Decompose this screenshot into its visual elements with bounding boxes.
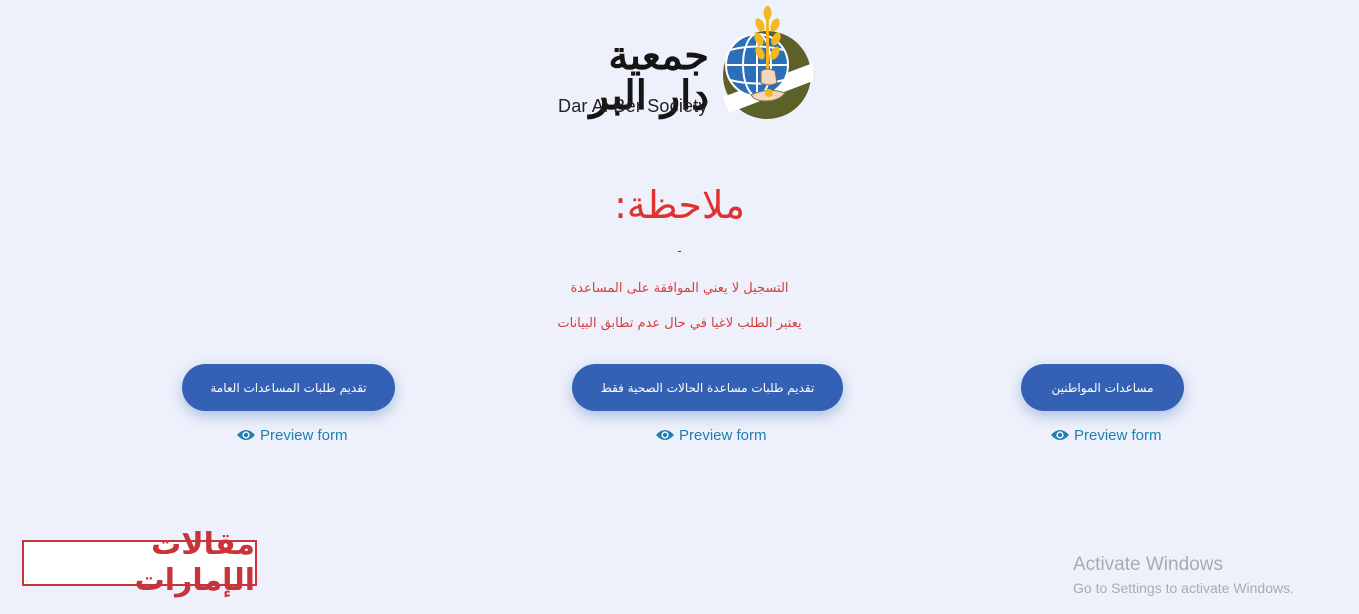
health-cases-preview-link[interactable]: Preview form	[655, 425, 767, 445]
preview-label: Preview form	[1074, 426, 1162, 444]
note-line-registration: التسجيل لا يعني الموافقة على المساعدة	[570, 281, 789, 296]
note-separator: -	[677, 244, 682, 258]
activate-windows-title: Activate Windows	[1073, 554, 1223, 575]
page: جمعية دار البر Dar Al Ber Society ملاحظة…	[0, 0, 1359, 614]
eye-icon	[1051, 430, 1069, 440]
watermark-text: مقالات الإمارات	[134, 527, 255, 598]
wheat-globe-hand-icon	[723, 6, 813, 119]
eye-icon	[656, 430, 674, 440]
general-aid-preview-link[interactable]: Preview form	[236, 425, 348, 445]
site-watermark: مقالات الإمارات	[22, 527, 257, 598]
eye-icon	[237, 430, 255, 440]
society-logo[interactable]: جمعية دار البر Dar Al Ber Society	[555, 2, 817, 120]
activate-windows-subtitle: Go to Settings to activate Windows.	[1073, 580, 1294, 596]
note-title: ملاحظة:	[614, 183, 745, 227]
citizens-aid-form-button[interactable]: مساعدات المواطنين	[1021, 364, 1184, 411]
citizens-aid-preview-link[interactable]: Preview form	[1050, 425, 1162, 445]
note-line-invalid-request: يعتبر الطلب لاغيا في حال عدم تطابق البيا…	[557, 316, 802, 331]
health-cases-form-button[interactable]: تقديم طلبات مساعدة الحالات الصحية فقط	[572, 364, 843, 411]
logo-english-name: Dar Al Ber Society	[558, 96, 708, 116]
general-aid-form-button[interactable]: تقديم طلبات المساعدات العامة	[182, 364, 395, 411]
preview-label: Preview form	[679, 426, 767, 444]
preview-label: Preview form	[260, 426, 348, 444]
